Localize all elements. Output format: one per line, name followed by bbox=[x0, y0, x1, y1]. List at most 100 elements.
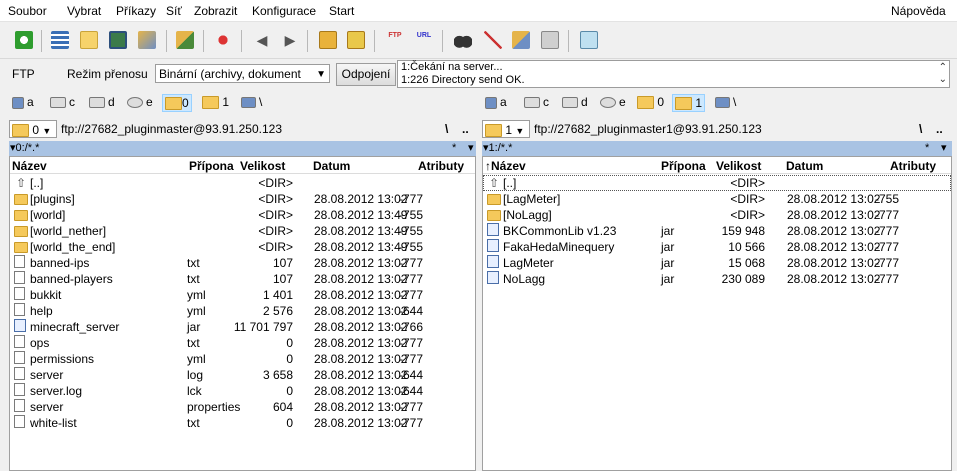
menu-konfigurace[interactable]: Konfigurace bbox=[252, 4, 316, 18]
menu-start[interactable]: Start bbox=[329, 4, 354, 18]
detailed-view-icon[interactable] bbox=[80, 31, 98, 49]
chevron-down-icon: ▾ bbox=[941, 142, 947, 154]
menu-vybrat[interactable]: Vybrat bbox=[67, 4, 101, 18]
ftp-connect-icon[interactable]: FTP bbox=[386, 31, 404, 49]
col-date[interactable]: Datum bbox=[786, 159, 823, 173]
file-row[interactable]: server properties 604 28.08.2012 13:02 -777 bbox=[10, 399, 475, 415]
file-row[interactable]: [LagMeter] <DIR> 28.08.2012 13:02 -755 bbox=[483, 191, 951, 207]
left-drive-network[interactable]: \ bbox=[241, 94, 262, 110]
file-row[interactable]: FakaHedaMinequery jar 10 566 28.08.2012 13:… bbox=[483, 239, 951, 255]
left-drive-1[interactable]: 1 bbox=[202, 94, 229, 110]
right-drive-0[interactable]: 0 bbox=[637, 94, 664, 110]
right-file-panel[interactable]: ↑Název Přípona Velikost Datum Atributy ⇧… bbox=[482, 156, 952, 471]
right-root-button[interactable]: \ bbox=[919, 122, 922, 136]
log-scroll-arrows[interactable]: ⌃ ⌄ bbox=[939, 62, 947, 86]
pack-icon[interactable] bbox=[319, 31, 337, 49]
file-name: [world_nether] bbox=[30, 224, 107, 238]
sync-dirs-icon[interactable] bbox=[512, 31, 530, 49]
right-filter-bar[interactable]: ▾1:/*.* * ▾ bbox=[482, 141, 952, 156]
file-row[interactable]: server log 3 658 28.08.2012 13:02 -644 bbox=[10, 367, 475, 383]
disconnect-button[interactable]: Odpojení bbox=[336, 63, 396, 86]
right-drive-a[interactable]: a bbox=[485, 94, 507, 110]
file-row[interactable]: [world] <DIR> 28.08.2012 13:49 -755 bbox=[10, 207, 475, 223]
col-name[interactable]: Název bbox=[12, 159, 47, 173]
col-attr[interactable]: Atributy bbox=[418, 159, 464, 173]
menu-prikazy[interactable]: Příkazy bbox=[116, 4, 156, 18]
col-ext[interactable]: Přípona bbox=[189, 159, 234, 173]
file-row[interactable]: ⇧ [..] <DIR> bbox=[483, 175, 951, 191]
right-path-combo[interactable]: 1 ▼ bbox=[482, 120, 530, 138]
col-name[interactable]: ↑Název bbox=[485, 159, 526, 173]
brief-view-icon[interactable] bbox=[51, 31, 69, 49]
drive-label: e bbox=[619, 95, 626, 109]
unpack-icon[interactable] bbox=[347, 31, 365, 49]
copy-queue-icon[interactable] bbox=[541, 31, 559, 49]
menu-sit[interactable]: Síť bbox=[166, 4, 182, 18]
menu-zobrazit[interactable]: Zobrazit bbox=[194, 4, 237, 18]
file-row[interactable]: white-list txt 0 28.08.2012 13:02 -777 bbox=[10, 415, 475, 431]
file-row[interactable]: help yml 2 576 28.08.2012 13:02 -644 bbox=[10, 303, 475, 319]
left-up-button[interactable]: .. bbox=[462, 122, 469, 136]
file-row[interactable]: [NoLagg] <DIR> 28.08.2012 13:02 -777 bbox=[483, 207, 951, 223]
right-drive-network[interactable]: \ bbox=[715, 94, 736, 110]
file-row[interactable]: banned-players txt 107 28.08.2012 13:02 -777 bbox=[10, 271, 475, 287]
panel-splitter[interactable] bbox=[476, 156, 481, 471]
left-filter-bar[interactable]: ▾0:/*.* * ▾ bbox=[9, 141, 476, 156]
right-drive-e[interactable]: e bbox=[600, 94, 626, 110]
notepad-icon[interactable] bbox=[580, 31, 598, 49]
left-drive-c[interactable]: c bbox=[50, 94, 75, 110]
drive-label: 0 bbox=[657, 95, 665, 109]
file-row[interactable]: banned-ips txt 107 28.08.2012 13:02 -777 bbox=[10, 255, 475, 271]
file-date: 28.08.2012 13:49 bbox=[314, 224, 408, 238]
left-drive-a[interactable]: a bbox=[12, 94, 34, 110]
file-date: 28.08.2012 13:49 bbox=[314, 208, 408, 222]
right-drive-c[interactable]: c bbox=[524, 94, 549, 110]
col-size[interactable]: Velikost bbox=[716, 159, 761, 173]
file-row[interactable]: [world_nether] <DIR> 28.08.2012 13:49 -755 bbox=[10, 223, 475, 239]
refresh-icon[interactable] bbox=[15, 31, 33, 49]
left-file-panel[interactable]: Název Přípona Velikost Datum Atributy ⇧[… bbox=[9, 156, 476, 471]
right-drive-d[interactable]: d bbox=[562, 94, 588, 110]
rename-multi-icon[interactable] bbox=[484, 31, 502, 49]
transfer-mode-select[interactable]: Binární (archivy, dokument ▼ bbox=[155, 64, 330, 83]
file-row[interactable]: NoLagg jar 230 089 28.08.2012 13:02 -777 bbox=[483, 271, 951, 287]
left-drive-d[interactable]: d bbox=[89, 94, 115, 110]
tree-view-icon[interactable] bbox=[138, 31, 156, 49]
drive-icon bbox=[524, 97, 540, 109]
menu-soubor[interactable]: Soubor bbox=[8, 4, 47, 18]
menu-napoveda[interactable]: Nápověda bbox=[891, 4, 946, 18]
file-row[interactable]: permissions yml 0 28.08.2012 13:02 -777 bbox=[10, 351, 475, 367]
left-drive-0[interactable]: 0 bbox=[162, 94, 192, 112]
file-size: 2 576 bbox=[262, 304, 293, 318]
log-line: 1:226 Directory send OK. bbox=[401, 74, 525, 86]
thumbnail-view-icon[interactable] bbox=[109, 31, 127, 49]
back-icon[interactable]: ◀ bbox=[253, 31, 271, 49]
col-size[interactable]: Velikost bbox=[240, 159, 285, 173]
ftp-log[interactable]: 1:Čekání na server... 1:226 Directory se… bbox=[397, 60, 950, 88]
file-row[interactable]: ops txt 0 28.08.2012 13:02 -777 bbox=[10, 335, 475, 351]
left-drive-e[interactable]: e bbox=[127, 94, 153, 110]
file-row[interactable]: [plugins] <DIR> 28.08.2012 13:02 -777 bbox=[10, 191, 475, 207]
right-up-button[interactable]: .. bbox=[936, 122, 943, 136]
invert-selection-icon[interactable] bbox=[176, 31, 194, 49]
file-row[interactable]: LagMeter jar 15 068 28.08.2012 13:02 -777 bbox=[483, 255, 951, 271]
file-row[interactable]: ⇧ [..] <DIR> bbox=[10, 175, 475, 191]
left-path-combo[interactable]: 0 ▼ bbox=[9, 120, 57, 138]
folder-icon bbox=[14, 226, 28, 237]
file-row[interactable]: [world_the_end] <DIR> 28.08.2012 13:49 -755 bbox=[10, 239, 475, 255]
left-root-button[interactable]: \ bbox=[445, 122, 448, 136]
file-name: [world] bbox=[30, 208, 66, 222]
col-date[interactable]: Datum bbox=[313, 159, 350, 173]
col-ext[interactable]: Přípona bbox=[661, 159, 706, 173]
file-row[interactable]: server.log lck 0 28.08.2012 13:02 -644 bbox=[10, 383, 475, 399]
file-row[interactable]: minecraft_server jar 11 701 797 28.08.2012 … bbox=[10, 319, 475, 335]
url-icon[interactable]: URL bbox=[415, 31, 433, 49]
file-row[interactable]: bukkit yml 1 401 28.08.2012 13:02 -777 bbox=[10, 287, 475, 303]
compare-icon[interactable] bbox=[214, 31, 232, 49]
search-icon[interactable] bbox=[454, 31, 472, 49]
jar-file-icon bbox=[14, 319, 26, 332]
col-attr[interactable]: Atributy bbox=[890, 159, 936, 173]
file-row[interactable]: BKCommonLib v1.23 jar 159 948 28.08.2012 13… bbox=[483, 223, 951, 239]
forward-icon[interactable]: ▶ bbox=[281, 31, 299, 49]
right-drive-1[interactable]: 1 bbox=[672, 94, 706, 112]
